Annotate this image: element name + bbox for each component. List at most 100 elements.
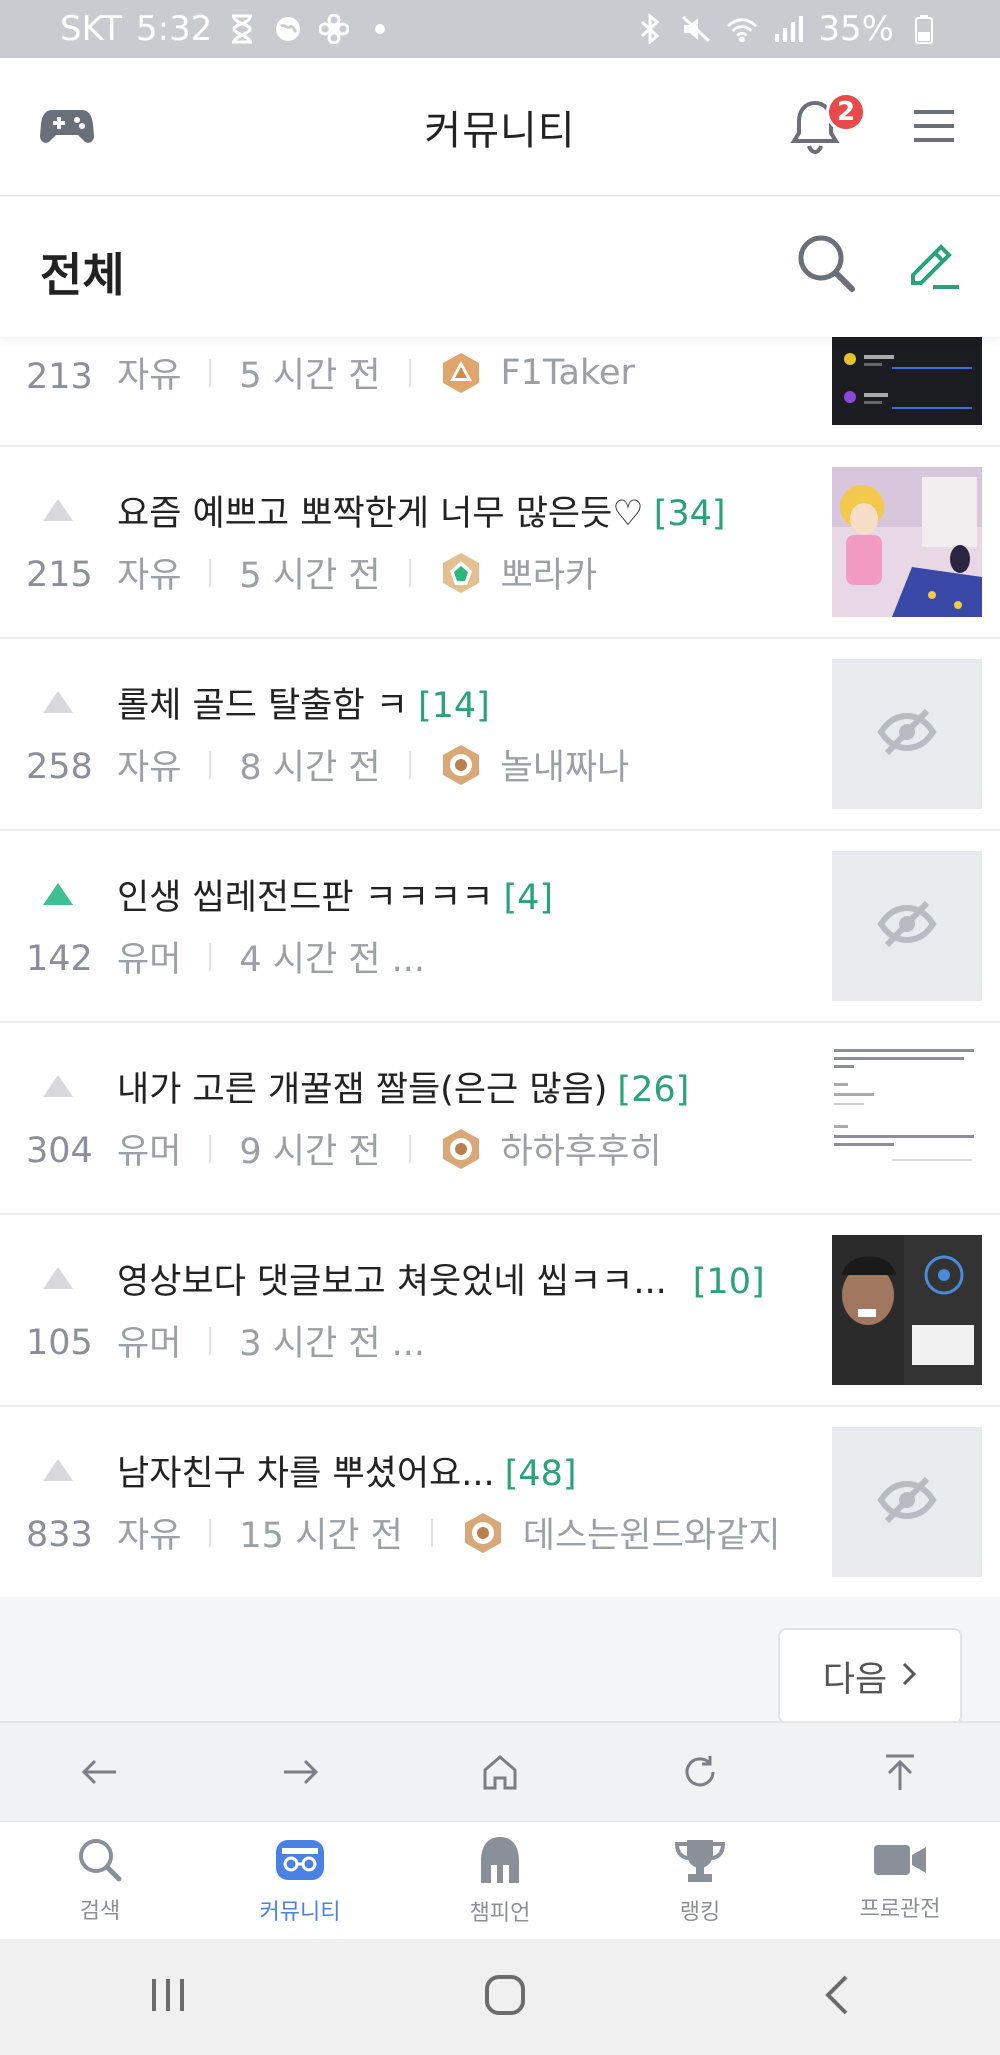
browser-toolbar [0, 1721, 1000, 1821]
vote-count: 142 [26, 939, 93, 979]
post-title-text: 롤체 골드 탈출함 ㅋ [117, 686, 408, 726]
post-title[interactable]: 남자친구 차를 뿌셨어요... [48] [117, 1445, 577, 1496]
board-header: 전체 [0, 197, 1000, 337]
tab-label: 랭킹 [679, 1899, 721, 1925]
post-meta: 자유 5 시간 전 뽀라카 [117, 547, 597, 598]
app-header: 커뮤니티 2 [0, 58, 1000, 196]
upvote-arrow-icon[interactable] [43, 883, 73, 905]
bluetooth-icon [634, 13, 666, 45]
write-pencil-icon[interactable] [905, 235, 961, 295]
post-meta: 자유 5 시간 전 F1Taker [117, 347, 635, 398]
post-author[interactable]: F1Taker [501, 353, 635, 393]
post-title[interactable]: 요즘 예쁘고 뽀짝한게 너무 많은듯♡ [34] [117, 485, 726, 536]
post-time: 5 시간 전 [239, 556, 381, 596]
comment-count: [26] [617, 1070, 690, 1110]
post-author[interactable]: 하하후후히 [501, 1123, 662, 1174]
tab-label: 검색 [79, 1898, 121, 1924]
forward-arrow-icon[interactable] [270, 1742, 330, 1802]
post-thumbnail[interactable] [832, 1235, 982, 1385]
tier-emblem-icon [439, 351, 483, 395]
post-row[interactable]: 105 영상보다 댓글보고 쳐웃었네 씹ㅋㅋ... [10] 유머 3 시간 전 … [0, 1215, 1000, 1407]
hidden-eye-icon [877, 707, 937, 761]
video-camera-icon [872, 1839, 928, 1885]
tab-search[interactable]: 검색 [0, 1822, 200, 1939]
status-bar: SKT 5:32 35% [0, 0, 1000, 58]
post-title-text: 영상보다 댓글보고 쳐웃었네 씹ㅋㅋ... [117, 1262, 667, 1302]
post-title[interactable]: 영상보다 댓글보고 쳐웃었네 씹ㅋㅋ... [10] [117, 1253, 765, 1304]
post-meta: 유머 4 시간 전 ... [117, 931, 425, 982]
trophy-icon [673, 1836, 727, 1888]
scroll-to-top-icon[interactable] [870, 1742, 930, 1802]
tab-label: 커뮤니티 [259, 1899, 341, 1925]
vote-count: 304 [26, 1131, 93, 1171]
post-thumbnail[interactable] [832, 467, 982, 617]
tier-emblem-icon [439, 551, 483, 595]
post-category: 자유 [117, 1516, 182, 1556]
post-row[interactable]: 304 내가 고른 개꿀잼 짤들(은근 많음) [26] 유머 9 시간 전 하하… [0, 1023, 1000, 1215]
post-row[interactable]: 833 남자친구 차를 뿌셨어요... [48] 자유 15 시간 전 데스는윈드… [0, 1407, 1000, 1597]
upvote-arrow-icon[interactable] [43, 691, 73, 713]
post-category: 유머 [117, 1132, 182, 1172]
post-meta: 유머 9 시간 전 하하후후히 [117, 1123, 662, 1174]
comment-count: [34] [653, 494, 726, 534]
search-icon[interactable] [796, 233, 856, 297]
post-author[interactable]: 놀내짜나 [501, 739, 630, 790]
post-time: 15 시간 전 [239, 1516, 403, 1556]
system-back-icon[interactable] [822, 1973, 852, 2021]
post-time: 9 시간 전 [239, 1132, 381, 1172]
next-page-label: 다음 [822, 1659, 888, 1700]
post-thumbnail[interactable] [832, 851, 982, 1001]
post-category: 유머 [117, 1324, 182, 1364]
hamburger-menu-icon[interactable] [912, 108, 956, 148]
upvote-arrow-icon[interactable] [43, 499, 73, 521]
comment-count: [4] [503, 878, 554, 918]
post-author[interactable]: 뽀라카 [501, 547, 598, 598]
recent-apps-icon[interactable] [148, 1975, 188, 2019]
upvote-arrow-icon[interactable] [43, 1459, 73, 1481]
home-icon[interactable] [470, 1742, 530, 1802]
tab-label: 챔피언 [469, 1900, 531, 1926]
post-row[interactable]: 215 요즘 예쁘고 뽀짝한게 너무 많은듯♡ [34] 자유 5 시간 전 뽀라… [0, 447, 1000, 639]
post-meta: 유머 3 시간 전 ... [117, 1315, 425, 1366]
post-title[interactable]: 내가 고른 개꿀잼 짤들(은근 많음) [26] [117, 1061, 689, 1112]
tab-champion[interactable]: 챔피언 [400, 1822, 600, 1939]
tab-ranking[interactable]: 랭킹 [600, 1822, 800, 1939]
post-title-text: 내가 고른 개꿀잼 짤들(은근 많음) [117, 1070, 608, 1110]
tier-emblem-icon [439, 1127, 483, 1171]
upvote-arrow-icon[interactable] [43, 1267, 73, 1289]
tab-pro-spectate[interactable]: 프로관전 [800, 1822, 1000, 1939]
post-author[interactable]: 데스는윈드와같지 [523, 1507, 781, 1558]
post-category: 자유 [117, 748, 182, 788]
post-meta: 자유 8 시간 전 놀내짜나 [117, 739, 629, 790]
post-thumbnail[interactable] [832, 337, 982, 425]
home-button-icon[interactable] [483, 1973, 527, 2021]
signal-icon [772, 13, 804, 45]
back-arrow-icon[interactable] [70, 1742, 130, 1802]
post-title[interactable]: 롤체 골드 탈출함 ㅋ [14] [117, 677, 490, 728]
mute-icon [680, 13, 712, 45]
hourglass-icon [226, 13, 258, 45]
tab-community[interactable]: 커뮤니티 [200, 1822, 400, 1939]
post-title-text: 요즘 예쁘고 뽀짝한게 너무 많은듯♡ [117, 494, 644, 534]
notification-badge: 2 [826, 92, 866, 132]
chevron-right-icon [901, 1656, 917, 1696]
post-title-text: 인생 씹레전드판 ㅋㅋㅋㅋ [117, 878, 494, 918]
post-thumbnail[interactable] [832, 1427, 982, 1577]
refresh-icon[interactable] [670, 1742, 730, 1802]
post-title[interactable]: 인생 씹레전드판 ㅋㅋㅋㅋ [4] [117, 869, 553, 920]
post-thumbnail[interactable] [832, 659, 982, 809]
pinwheel-icon [318, 13, 350, 45]
post-row[interactable]: 258 롤체 골드 탈출함 ㅋ [14] 자유 8 시간 전 놀내짜나 [0, 639, 1000, 831]
post-row[interactable]: 213 자유 5 시간 전 F1Taker [0, 337, 1000, 447]
next-page-button[interactable]: 다음 [778, 1628, 962, 1724]
bottom-tab-bar: 검색 커뮤니티 챔피언 랭킹 프로관전 [0, 1821, 1000, 1939]
tab-label: 프로관전 [859, 1896, 941, 1922]
post-row[interactable]: 142 인생 씹레전드판 ㅋㅋㅋㅋ [4] 유머 4 시간 전 ... [0, 831, 1000, 1023]
battery-icon [908, 13, 940, 45]
upvote-arrow-icon[interactable] [43, 1075, 73, 1097]
tier-emblem-icon [461, 1511, 505, 1555]
vote-count: 833 [26, 1515, 93, 1555]
post-meta: 자유 15 시간 전 데스는윈드와같지 [117, 1507, 780, 1558]
post-thumbnail[interactable] [832, 1043, 982, 1193]
globe-icon [272, 13, 304, 45]
